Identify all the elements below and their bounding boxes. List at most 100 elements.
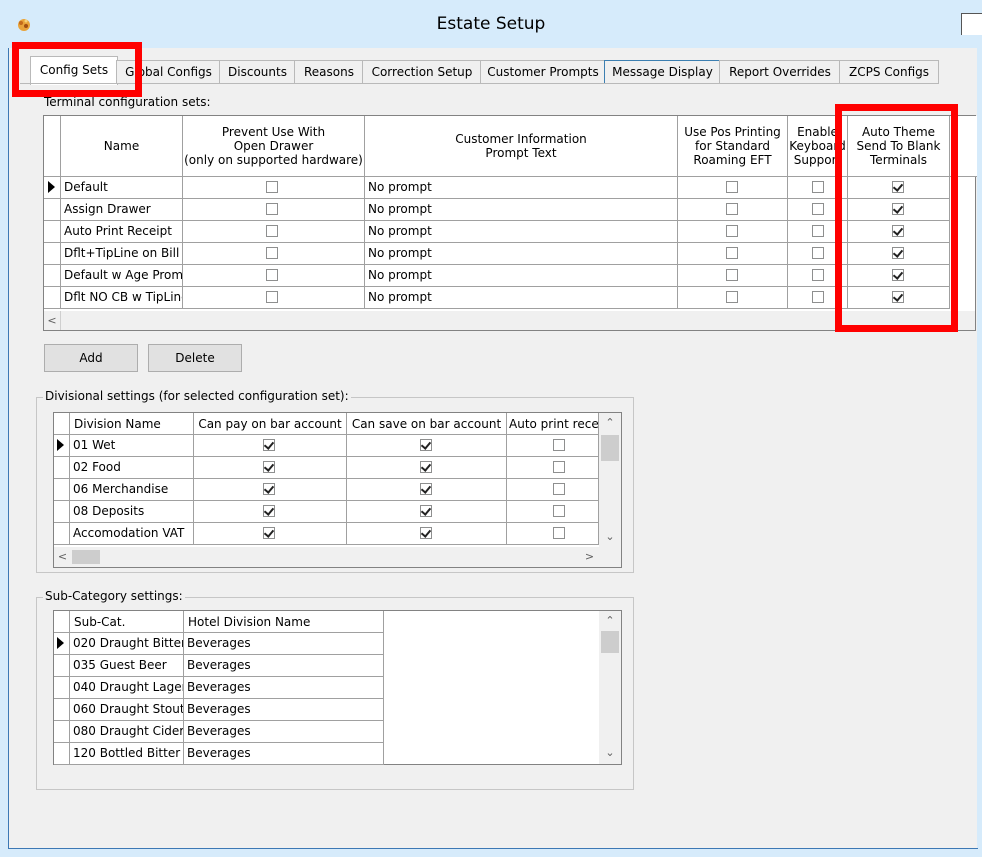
- table-cell-sub-cat[interactable]: 080 Draught Cider: [70, 721, 184, 743]
- prevent-use-checkbox[interactable]: [266, 269, 278, 281]
- table-cell-sub-cat[interactable]: 120 Bottled Bitter: [70, 743, 184, 765]
- scroll-left-icon[interactable]: <: [44, 311, 61, 330]
- table-cell-hotel-division[interactable]: Beverages: [184, 655, 384, 677]
- row-header[interactable]: [54, 457, 70, 479]
- pos-printing-checkbox[interactable]: [726, 203, 738, 215]
- table-cell-prompt-text[interactable]: No prompt: [365, 265, 678, 287]
- scroll-down-icon[interactable]: ⌄: [599, 745, 621, 761]
- prevent-use-checkbox[interactable]: [266, 203, 278, 215]
- table-cell-name[interactable]: Auto Print Receipt: [61, 221, 183, 243]
- table-cell-prompt-text[interactable]: No prompt: [365, 199, 678, 221]
- table-cell-hotel-division[interactable]: Beverages: [184, 633, 384, 655]
- table-cell-sub-cat[interactable]: 040 Draught Lager: [70, 677, 184, 699]
- auto-print-checkbox[interactable]: [553, 505, 565, 517]
- table-cell-prompt-text[interactable]: No prompt: [365, 287, 678, 309]
- scrollbar-thumb[interactable]: [601, 435, 619, 461]
- keyboard-support-checkbox[interactable]: [812, 225, 824, 237]
- column-header-can-pay[interactable]: Can pay on bar account: [194, 413, 347, 435]
- column-header-customer-info[interactable]: Customer Information Prompt Text: [365, 116, 678, 177]
- can-save-checkbox[interactable]: [420, 505, 432, 517]
- row-header[interactable]: [54, 633, 70, 655]
- prevent-use-checkbox[interactable]: [266, 247, 278, 259]
- table-cell-sub-cat[interactable]: 060 Draught Stout: [70, 699, 184, 721]
- column-header-hotel-division[interactable]: Hotel Division Name: [184, 611, 384, 633]
- can-pay-checkbox[interactable]: [263, 527, 275, 539]
- table-cell-name[interactable]: Dflt NO CB w TipLine: [61, 287, 183, 309]
- subcategory-vertical-scrollbar[interactable]: ⌃ ⌄: [599, 611, 621, 764]
- pos-printing-checkbox[interactable]: [726, 225, 738, 237]
- column-header-sub-cat[interactable]: Sub-Cat.: [70, 611, 184, 633]
- tab-correction-setup[interactable]: Correction Setup: [362, 60, 482, 84]
- keyboard-support-checkbox[interactable]: [812, 269, 824, 281]
- table-cell-division-name[interactable]: 08 Deposits: [70, 501, 194, 523]
- scroll-left-icon[interactable]: <: [54, 547, 71, 567]
- scroll-up-icon[interactable]: ⌃: [599, 415, 621, 431]
- table-cell-name[interactable]: Default w Age Prompt: [61, 265, 183, 287]
- row-header[interactable]: [44, 177, 61, 199]
- divisional-horizontal-scrollbar[interactable]: < >: [54, 547, 599, 567]
- column-header-prevent-use[interactable]: Prevent Use With Open Drawer (only on su…: [183, 116, 365, 177]
- tab-customer-prompts[interactable]: Customer Prompts: [480, 60, 606, 84]
- table-cell-name[interactable]: Default: [61, 177, 183, 199]
- tab-message-display[interactable]: Message Display: [604, 60, 721, 84]
- delete-button[interactable]: Delete: [148, 344, 242, 372]
- keyboard-support-checkbox[interactable]: [812, 247, 824, 259]
- tab-zcps-configs[interactable]: ZCPS Configs: [839, 60, 939, 84]
- can-pay-checkbox[interactable]: [263, 505, 275, 517]
- row-header[interactable]: [54, 655, 70, 677]
- row-header[interactable]: [54, 699, 70, 721]
- row-header[interactable]: [44, 287, 61, 309]
- pos-printing-checkbox[interactable]: [726, 269, 738, 281]
- row-header[interactable]: [54, 435, 70, 457]
- can-save-checkbox[interactable]: [420, 527, 432, 539]
- table-cell-hotel-division[interactable]: Beverages: [184, 677, 384, 699]
- column-header-name[interactable]: Name: [61, 116, 183, 177]
- can-save-checkbox[interactable]: [420, 439, 432, 451]
- column-header-auto-print[interactable]: Auto print receipt: [507, 413, 599, 435]
- column-header-pos-printing[interactable]: Use Pos Printing for Standard Roaming EF…: [678, 116, 788, 177]
- scroll-up-icon[interactable]: ⌃: [599, 613, 621, 629]
- tab-report-overrides[interactable]: Report Overrides: [719, 60, 841, 84]
- table-cell-sub-cat[interactable]: 035 Guest Beer: [70, 655, 184, 677]
- keyboard-support-checkbox[interactable]: [812, 203, 824, 215]
- scrollbar-thumb[interactable]: [72, 550, 100, 564]
- scroll-right-icon[interactable]: >: [581, 547, 598, 567]
- pos-printing-checkbox[interactable]: [726, 181, 738, 193]
- table-cell-name[interactable]: Assign Drawer: [61, 199, 183, 221]
- row-header[interactable]: [44, 199, 61, 221]
- auto-print-checkbox[interactable]: [553, 439, 565, 451]
- table-cell-name[interactable]: Dflt+TipLine on Bill: [61, 243, 183, 265]
- row-header[interactable]: [44, 265, 61, 287]
- window-control-button[interactable]: [961, 13, 982, 35]
- prevent-use-checkbox[interactable]: [266, 225, 278, 237]
- table-cell-hotel-division[interactable]: Beverages: [184, 743, 384, 765]
- can-pay-checkbox[interactable]: [263, 483, 275, 495]
- table-cell-division-name[interactable]: 01 Wet: [70, 435, 194, 457]
- table-cell-sub-cat[interactable]: 020 Draught Bitter: [70, 633, 184, 655]
- row-header[interactable]: [54, 501, 70, 523]
- tab-discounts[interactable]: Discounts: [219, 60, 296, 84]
- table-cell-division-name[interactable]: Accomodation VAT: [70, 523, 194, 545]
- prevent-use-checkbox[interactable]: [266, 291, 278, 303]
- scroll-down-icon[interactable]: ⌄: [599, 529, 621, 545]
- pos-printing-checkbox[interactable]: [726, 247, 738, 259]
- keyboard-support-checkbox[interactable]: [812, 181, 824, 193]
- row-header[interactable]: [54, 523, 70, 545]
- table-cell-hotel-division[interactable]: Beverages: [184, 721, 384, 743]
- prevent-use-checkbox[interactable]: [266, 181, 278, 193]
- divisional-vertical-scrollbar[interactable]: ⌃ ⌄: [599, 413, 621, 547]
- can-pay-checkbox[interactable]: [263, 439, 275, 451]
- auto-print-checkbox[interactable]: [553, 527, 565, 539]
- row-header[interactable]: [44, 243, 61, 265]
- pos-printing-checkbox[interactable]: [726, 291, 738, 303]
- auto-print-checkbox[interactable]: [553, 461, 565, 473]
- keyboard-support-checkbox[interactable]: [812, 291, 824, 303]
- table-cell-prompt-text[interactable]: No prompt: [365, 177, 678, 199]
- can-pay-checkbox[interactable]: [263, 461, 275, 473]
- tab-reasons[interactable]: Reasons: [294, 60, 364, 84]
- row-header[interactable]: [54, 677, 70, 699]
- table-cell-hotel-division[interactable]: Beverages: [184, 699, 384, 721]
- table-cell-division-name[interactable]: 02 Food: [70, 457, 194, 479]
- scrollbar-thumb[interactable]: [601, 631, 619, 653]
- row-header[interactable]: [44, 221, 61, 243]
